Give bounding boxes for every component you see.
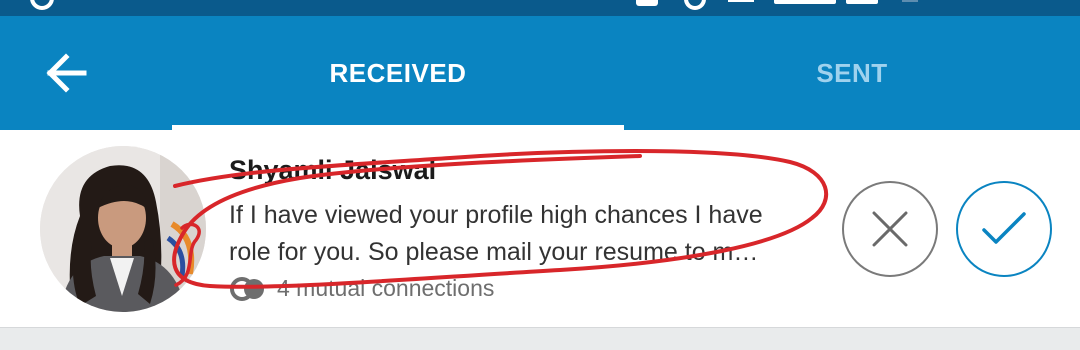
status-icon bbox=[846, 0, 878, 4]
app-bar: RECEIVED SENT bbox=[0, 16, 1080, 130]
checkmark-icon bbox=[982, 212, 1026, 244]
message-line: If I have viewed your profile high chanc… bbox=[229, 201, 763, 229]
invitation-card[interactable]: Shyamli Jaiswal If I have viewed your pr… bbox=[0, 130, 1080, 328]
back-button[interactable] bbox=[24, 36, 108, 110]
accept-button[interactable] bbox=[956, 181, 1052, 277]
mutual-connections-icon bbox=[230, 276, 264, 301]
arrow-left-icon bbox=[46, 53, 87, 93]
message-line: role for you. So please mail your resume… bbox=[229, 238, 759, 266]
decline-button[interactable] bbox=[842, 181, 938, 277]
close-icon bbox=[872, 211, 908, 247]
tab-sent-label: SENT bbox=[816, 57, 888, 88]
profile-photo bbox=[40, 146, 206, 312]
status-icon bbox=[30, 0, 54, 10]
tab-received[interactable]: RECEIVED bbox=[172, 16, 624, 130]
battery-icon bbox=[774, 0, 836, 4]
sender-name[interactable]: Shyamli Jaiswal bbox=[229, 155, 436, 186]
status-icon bbox=[902, 0, 918, 2]
mutual-connections[interactable]: 4 mutual connections bbox=[229, 275, 494, 302]
status-icon bbox=[728, 0, 754, 2]
status-icon bbox=[684, 0, 706, 10]
avatar[interactable] bbox=[40, 146, 206, 312]
invitation-message[interactable]: If I have viewed your profile high chanc… bbox=[229, 197, 824, 271]
tab-sent[interactable]: SENT bbox=[624, 16, 1080, 130]
mutual-connections-label: 4 mutual connections bbox=[277, 275, 495, 301]
status-icon bbox=[636, 0, 658, 6]
tab-received-label: RECEIVED bbox=[329, 57, 467, 88]
status-bar bbox=[0, 0, 1080, 16]
